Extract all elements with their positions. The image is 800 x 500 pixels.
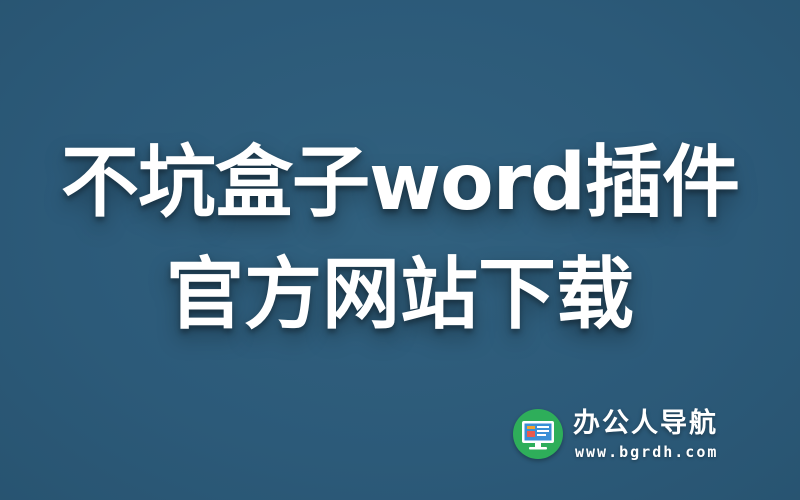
headline-line-2: 官方网站下载 xyxy=(165,250,634,340)
brand-badge: 办公人导航 www.bgrdh.com xyxy=(513,405,763,465)
brand-name: 办公人导航 xyxy=(573,408,718,439)
brand-url: www.bgrdh.com xyxy=(575,443,719,461)
brand-logo xyxy=(513,409,563,459)
cover-image: 不坑盒子word插件 官方网站下载 办公人导航 www.bgrdh.com xyxy=(0,0,800,500)
headline-line-1: 不坑盒子word插件 xyxy=(61,138,740,228)
monitor-icon xyxy=(522,421,554,450)
